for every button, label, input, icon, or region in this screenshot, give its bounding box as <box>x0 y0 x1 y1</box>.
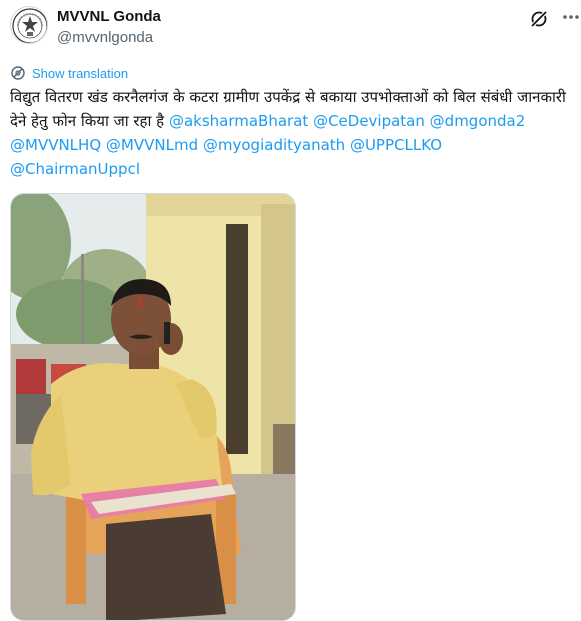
tweet-photo[interactable] <box>10 193 296 621</box>
mention-link[interactable]: @ChairmanUppcl <box>10 160 140 178</box>
author-handle[interactable]: @mvvnlgonda <box>57 29 153 46</box>
show-translation-label: Show translation <box>32 65 129 81</box>
mention-link[interactable]: @MVVNLmd <box>106 136 198 154</box>
tweet-text: विद्युत वितरण खंड करनैलगंज के कटरा ग्राम… <box>10 85 575 181</box>
translate-icon <box>11 66 25 80</box>
mention-link[interactable]: @CeDevipatan <box>313 112 425 130</box>
mention-link[interactable]: @myogiadityanath <box>203 136 345 154</box>
show-translation-link[interactable]: Show translation <box>10 64 128 82</box>
mvvnl-logo-icon <box>12 8 47 43</box>
mention-link[interactable]: @aksharmaBharat <box>169 112 308 130</box>
mention-link[interactable]: @dmgonda2 <box>430 112 526 130</box>
more-options-icon[interactable] <box>560 6 581 28</box>
grok-icon[interactable] <box>529 9 549 29</box>
photo-man-on-phone <box>11 194 295 620</box>
mention-link[interactable]: @UPPCLLKO <box>350 136 442 154</box>
author-display-name[interactable]: MVVNL Gonda <box>57 8 161 25</box>
mention-link[interactable]: @MVVNLHQ <box>10 136 101 154</box>
avatar[interactable] <box>10 6 48 44</box>
tweet-header: MVVNL Gonda @mvvnlgonda <box>10 6 579 50</box>
